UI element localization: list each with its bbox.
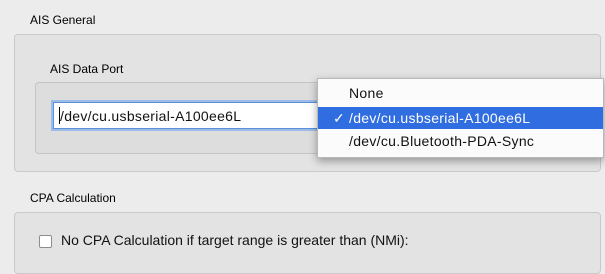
- no-cpa-checkbox[interactable]: [39, 235, 52, 248]
- ais-general-title: AIS General: [30, 13, 96, 27]
- cpa-calculation-title: CPA Calculation: [30, 191, 116, 205]
- menu-item-label: /dev/cu.Bluetooth-PDA-Sync: [349, 133, 535, 149]
- no-cpa-checkbox-label: No CPA Calculation if target range is gr…: [61, 232, 409, 248]
- menu-item-label: None: [349, 85, 384, 101]
- menu-item-bluetooth[interactable]: /dev/cu.Bluetooth-PDA-Sync: [318, 130, 603, 152]
- ais-data-port-dropdown-menu: None ✓ /dev/cu.usbserial-A100ee6L /dev/c…: [317, 78, 604, 158]
- ais-data-port-label: AIS Data Port: [50, 62, 124, 76]
- ais-data-port-value: /dev/cu.usbserial-A100ee6L: [60, 108, 242, 124]
- menu-item-label: /dev/cu.usbserial-A100ee6L: [349, 110, 531, 126]
- menu-item-none[interactable]: None: [318, 82, 603, 104]
- checkmark-icon: ✓: [333, 110, 346, 126]
- ais-data-port-field[interactable]: /dev/cu.usbserial-A100ee6L: [53, 102, 349, 129]
- menu-item-usbserial[interactable]: ✓ /dev/cu.usbserial-A100ee6L: [318, 107, 603, 129]
